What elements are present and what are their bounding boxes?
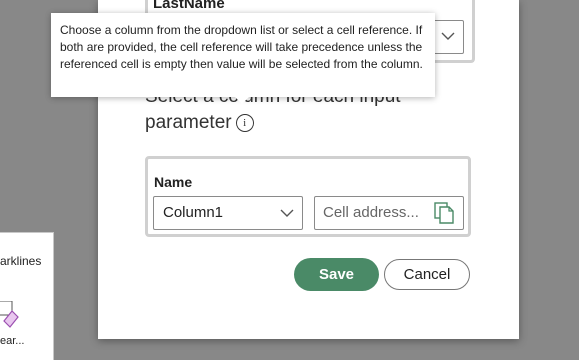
sparkline-icon[interactable] <box>0 301 20 329</box>
column-dropdown[interactable]: Column1 <box>153 196 303 230</box>
ribbon-fragment: arklines ear... <box>0 232 54 360</box>
chevron-down-icon <box>280 209 294 217</box>
ribbon-label-clear: ear... <box>0 335 25 347</box>
parameter-name-label: Name <box>154 174 193 190</box>
chevron-down-icon <box>441 32 455 40</box>
cancel-button[interactable]: Cancel <box>384 259 470 290</box>
copy-icon[interactable] <box>434 202 454 224</box>
column-dropdown-value: Column1 <box>163 204 224 221</box>
info-icon[interactable]: i <box>235 114 254 132</box>
tooltip-text: Choose a column from the dropdown list o… <box>60 23 423 71</box>
tooltip-tail <box>235 97 249 104</box>
cell-address-field <box>314 196 464 230</box>
cell-address-input[interactable] <box>323 202 423 222</box>
info-tooltip: Choose a column from the dropdown list o… <box>51 13 435 104</box>
save-button[interactable]: Save <box>294 258 379 291</box>
ribbon-label-sparklines: arklines <box>0 254 42 268</box>
name-parameter-box: Name Column1 <box>145 156 471 237</box>
